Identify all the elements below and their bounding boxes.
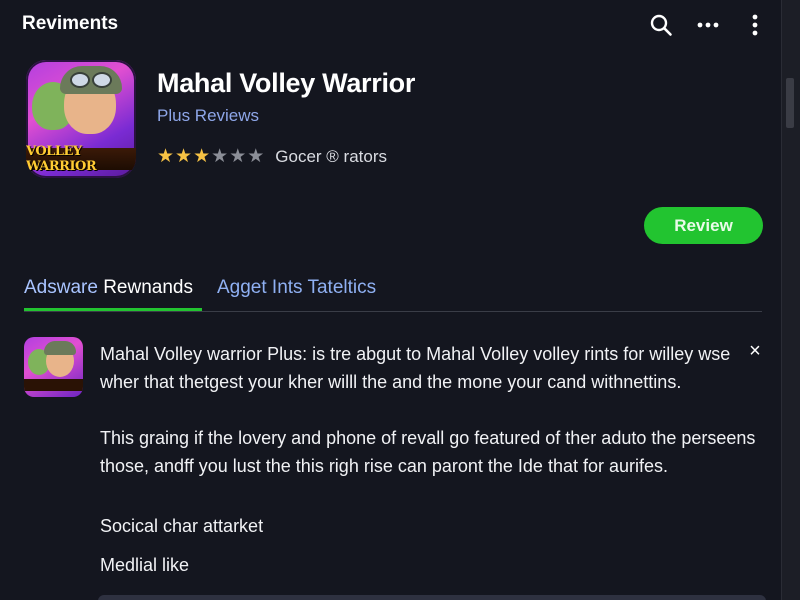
card-line-social: Socical char attarket (100, 516, 264, 536)
tab-label-part-a: Adsware (24, 277, 98, 298)
scrollbar[interactable] (781, 0, 800, 600)
app-subtitle[interactable]: Plus Reviews (157, 106, 259, 126)
more-vertical-icon[interactable] (742, 12, 768, 38)
tab-adsware-rewnands[interactable]: Adsware Rewnands (24, 277, 193, 299)
star-empty-icon: ★ (247, 146, 265, 167)
app-icon: VOLLEY WARRIOR (26, 60, 136, 178)
tab-divider (24, 311, 762, 312)
card-line-medial: Medlial like (100, 555, 190, 575)
star-empty-icon: ★ (229, 146, 247, 167)
app-header: VOLLEY WARRIOR Mahal Volley Warrior Plus… (0, 58, 782, 188)
active-tab-indicator (24, 308, 202, 311)
scrollbar-thumb[interactable] (786, 78, 794, 128)
search-icon[interactable] (648, 12, 674, 38)
review-button[interactable]: Review (644, 207, 763, 244)
app-icon-banner: VOLLEY WARRIOR (26, 144, 136, 174)
bottom-input-bar[interactable] (98, 595, 766, 600)
goggle-right-icon (92, 72, 112, 88)
rating-row: ★★★★★★ Gocer ® rators (157, 146, 387, 168)
goggle-left-icon (70, 72, 90, 88)
top-bar: Reviments (0, 0, 782, 50)
thumb-helmet-icon (44, 341, 76, 355)
tab-agget-ints-tateltics[interactable]: Agget Ints Tateltics (217, 277, 376, 299)
page-title: Reviments (22, 13, 119, 34)
star-empty-icon: ★ (211, 146, 229, 167)
tab-label-part-b: Rewnands (103, 277, 193, 298)
star-filled-icon: ★ (175, 146, 193, 167)
star-filled-icon: ★ (157, 146, 175, 167)
card-app-thumbnail (24, 337, 83, 397)
star-filled-icon: ★ (193, 146, 211, 167)
tab-bar: Adsware Rewnands Agget Ints Tateltics (0, 270, 782, 314)
more-horizontal-icon[interactable] (695, 12, 721, 38)
rating-text: Gocer ® rators (275, 147, 388, 166)
star-rating: ★★★★★★ (157, 146, 265, 168)
review-card: × Mahal Volley warrior Plus: is tre abgu… (0, 326, 782, 600)
card-paragraph-2: This graing if the lovery and phone of r… (100, 428, 756, 476)
card-paragraph-1: Mahal Volley warrior Plus: is tre abgut … (100, 344, 731, 392)
app-name: Mahal Volley Warrior (157, 68, 416, 98)
thumb-banner (24, 379, 83, 391)
app-window: Reviments VOLLEY WARRIOR Mahal Volley Wa… (0, 0, 800, 600)
